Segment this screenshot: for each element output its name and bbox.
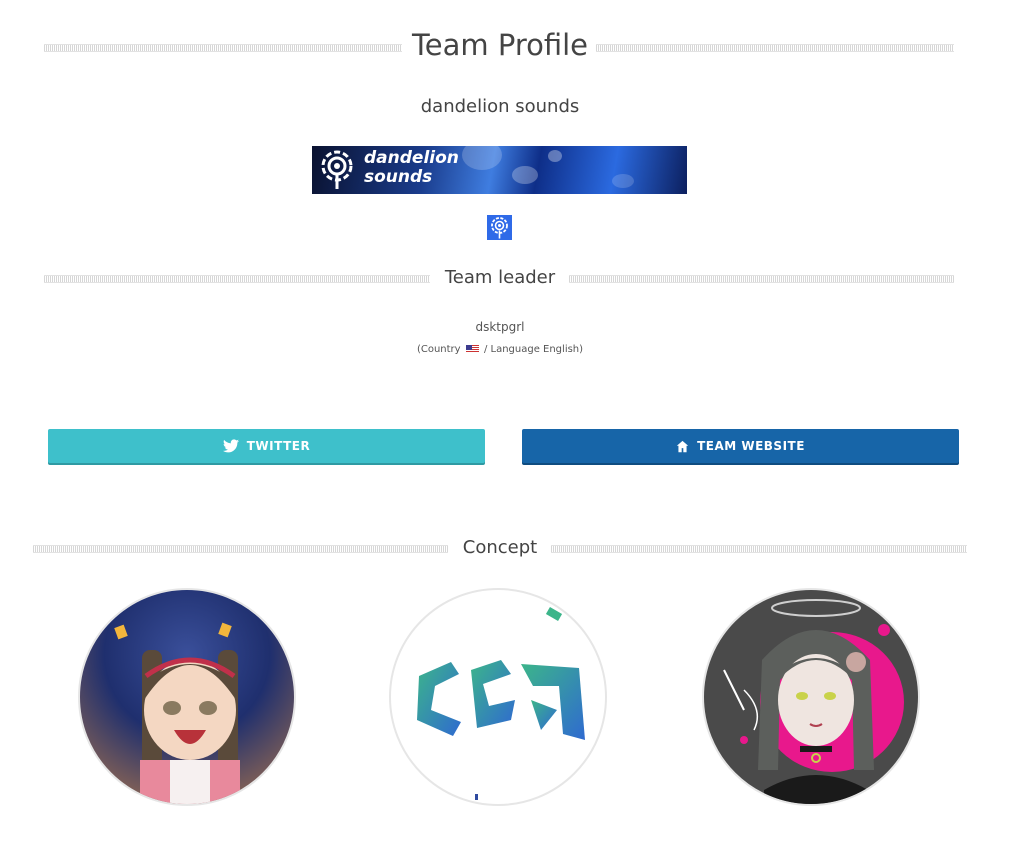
character-illustration: [114, 622, 240, 804]
leader-name: dsktpgrl: [475, 320, 525, 334]
dandelion-logo-icon: [321, 150, 353, 189]
team-banner: dandelion sounds: [312, 146, 687, 194]
banner-text-line1: dandelion: [364, 148, 459, 168]
character-avatar[interactable]: [78, 588, 296, 806]
banner-text-line2: sounds: [364, 167, 433, 187]
team-logo-icon: [487, 215, 512, 240]
banner-text: dandelion sounds: [364, 149, 459, 187]
home-icon: [676, 440, 689, 452]
girl-illustration: [723, 599, 904, 804]
team-website-button[interactable]: TEAM WEBSITE: [522, 429, 959, 463]
leader-meta-suffix: / Language English): [483, 344, 584, 355]
concept-heading: Concept: [462, 537, 538, 558]
twitter-icon: [222, 439, 239, 453]
team-website-button-label: TEAM WEBSITE: [697, 439, 805, 453]
logo-avatar[interactable]: [389, 588, 607, 806]
team-name: dandelion sounds: [420, 96, 580, 117]
leader-heading: Team leader: [444, 267, 556, 288]
twitter-button[interactable]: TWITTER: [48, 429, 485, 463]
leader-meta: (Country / Language English): [0, 344, 1000, 355]
logo-illustration: [417, 607, 585, 800]
page-title: Team Profile: [411, 28, 589, 62]
twitter-button-label: TWITTER: [246, 439, 311, 453]
girl-illustration-avatar[interactable]: [702, 588, 920, 806]
us-flag-icon: [465, 345, 479, 353]
leader-meta-prefix: (Country: [416, 344, 461, 355]
